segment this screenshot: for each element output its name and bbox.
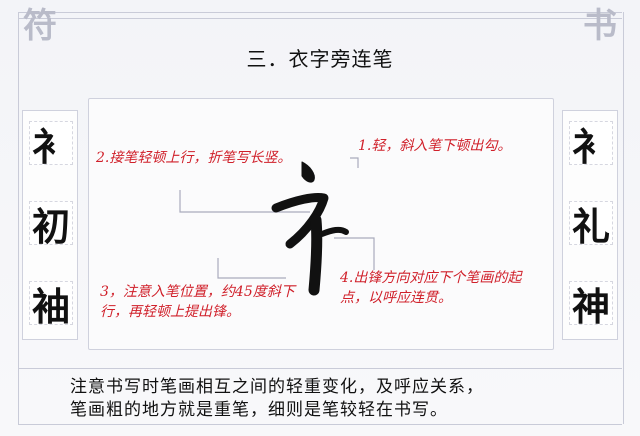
summary-line: 注意书写时笔画相互之间的轻重变化，及呼应关系，: [70, 377, 484, 397]
note-step-3: 3，注意入笔位置，约45度斜下行，再轻顿上提出锋。: [100, 284, 295, 320]
note-step-1: 1.轻，斜入笔下顿出勾。: [358, 138, 512, 154]
note-step-4: 4.出锋方向对应下个笔画的起点，以呼应连贯。: [340, 270, 522, 306]
stroke-vertical: [308, 214, 323, 296]
summary-text: 注意书写时笔画相互之间的轻重变化，及呼应关系， 笔画粗的地方就是重笔，细则是笔较…: [70, 376, 600, 422]
note-step-2: 2.接笔轻顿上行，折笔写长竖。: [96, 150, 292, 166]
summary-line: 笔画粗的地方就是重笔，细则是笔较轻在书写。: [70, 400, 448, 420]
stroke-dot-right: [319, 226, 349, 237]
slide: 符 书 三．衣字旁连笔 衤 初 袖 衤 礼 神 2.接笔轻顿上行，折笔写长竖。 …: [0, 0, 640, 436]
stroke-dot: [301, 161, 315, 183]
